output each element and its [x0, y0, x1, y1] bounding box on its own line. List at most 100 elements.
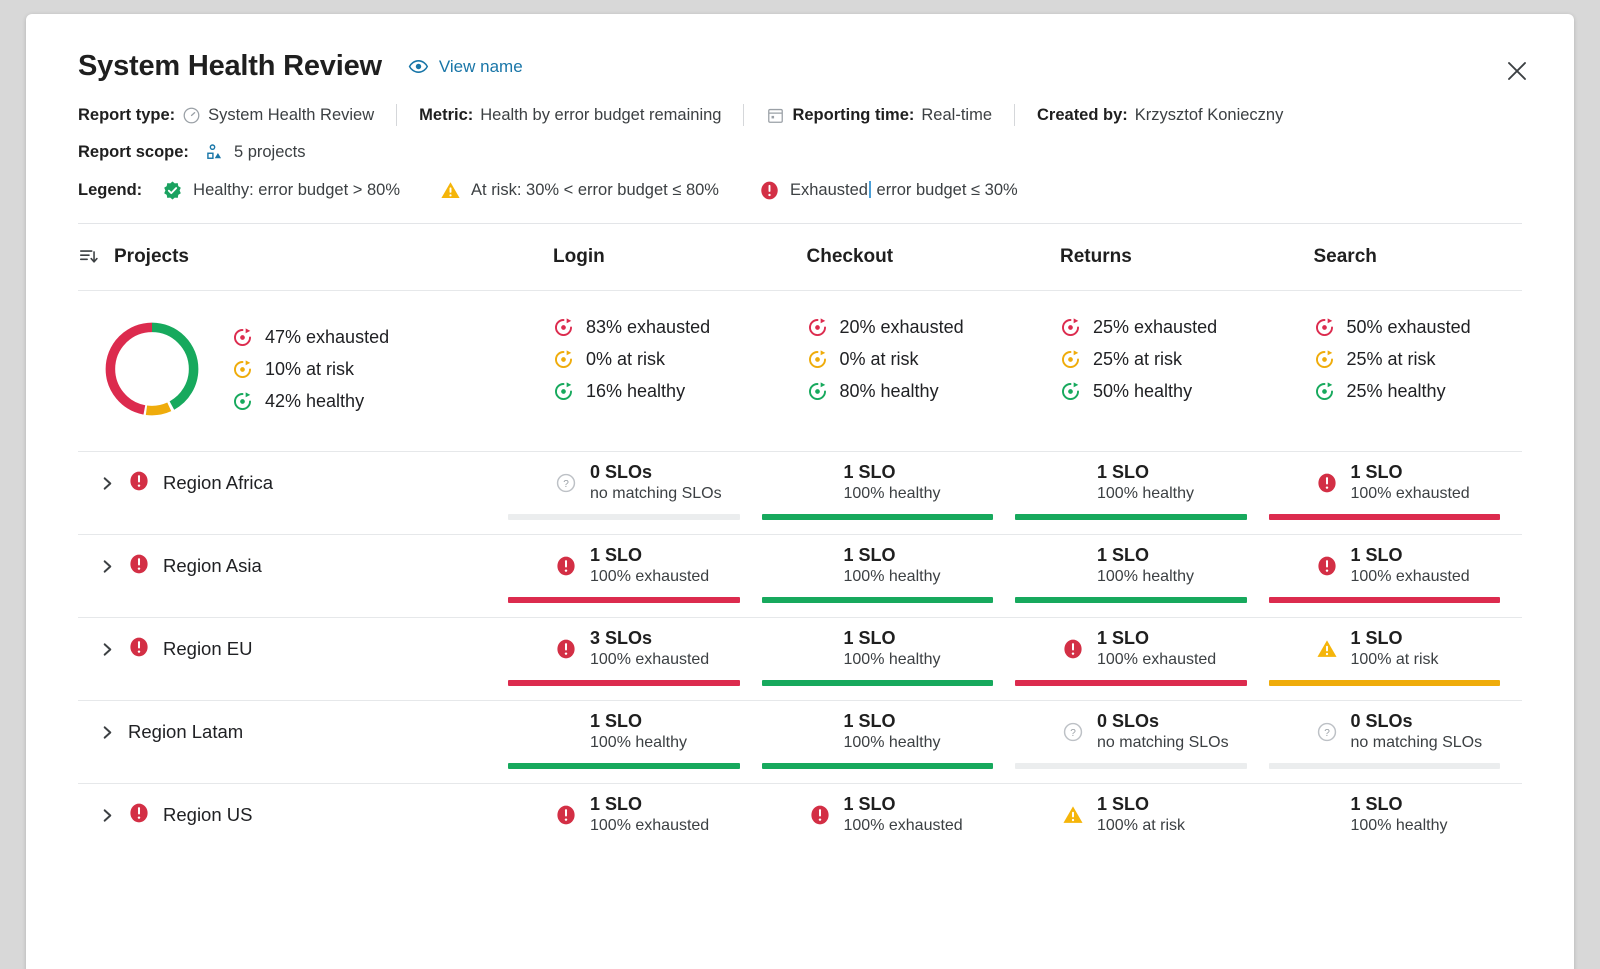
bar-spacer	[78, 514, 508, 520]
metric-cell[interactable]: 1 SLO100% exhausted	[762, 784, 1016, 846]
project-cell[interactable]: Region Asia	[78, 535, 508, 597]
metric-texts: 1 SLO100% exhausted	[844, 794, 963, 835]
metric-count: 0 SLOs	[590, 462, 722, 483]
metric-cell[interactable]: 1 SLO100% at risk	[1269, 618, 1523, 680]
metric-cell[interactable]: 1 SLO100% exhausted	[1269, 535, 1523, 597]
summary-checkout-exhausted: 20% exhausted	[807, 317, 1016, 338]
project-cell[interactable]: Region EU	[78, 618, 508, 680]
table-row: Region Africa? 0 SLOs no matching SLOs 1 SL…	[78, 452, 1522, 535]
expand-chevron-icon[interactable]	[100, 642, 115, 657]
project-name: Region EU	[163, 638, 252, 660]
metric-cell[interactable]: 1 SLO 100% exhausted	[1015, 618, 1269, 680]
metric-cell[interactable]: ?0 SLOsno matching SLOs	[1015, 701, 1269, 763]
summary-search-at-risk: 25% at risk	[1314, 349, 1523, 370]
report-dialog: System Health Review View name Report ty…	[26, 14, 1574, 969]
metric-subtext: 100% exhausted	[1097, 651, 1216, 669]
metric-subtext: no matching SLOs	[590, 485, 722, 503]
metric-count: 1 SLO	[1097, 545, 1194, 566]
donut-chart	[100, 317, 204, 421]
expand-chevron-icon[interactable]	[100, 808, 115, 823]
metric-cell[interactable]: 1 SLO100% healthy	[762, 452, 1016, 514]
project-name: Region Asia	[163, 555, 262, 577]
metric-count: 1 SLO	[1351, 794, 1448, 815]
metric-subtext: 100% exhausted	[1351, 568, 1470, 586]
bar-spacer	[78, 597, 508, 603]
metric-texts: 1 SLO100% healthy	[1351, 794, 1448, 835]
metric-cell[interactable]: ?0 SLOsno matching SLOs	[1269, 701, 1523, 763]
metric-cell[interactable]: 1 SLO100% healthy	[1269, 784, 1523, 846]
summary-search-healthy: 25% healthy	[1314, 381, 1523, 402]
status-bar	[1269, 514, 1501, 520]
summary-text: 80% healthy	[840, 381, 939, 402]
metric-cell[interactable]: 1 SLO 100% healthy	[762, 618, 1016, 680]
check-badge-icon	[162, 180, 183, 201]
metric-subtext: 100% exhausted	[590, 651, 709, 669]
metric-cell[interactable]: 1 SLO100% at risk	[1015, 784, 1269, 846]
error-circle-icon	[128, 636, 150, 658]
meta-metric-value: Health by error budget remaining	[480, 106, 721, 125]
expand-chevron-icon[interactable]	[100, 476, 115, 491]
project-cell[interactable]: Region Africa	[78, 452, 508, 514]
expand-chevron-icon[interactable]	[100, 559, 115, 574]
projects-column-header[interactable]: Projects	[78, 246, 508, 268]
view-name-button[interactable]: View name	[408, 56, 523, 77]
metric-texts: 0 SLOsno matching SLOs	[1351, 711, 1483, 752]
metric-subtext: 100% exhausted	[844, 817, 963, 835]
metric-subtext: 100% healthy	[844, 651, 941, 669]
column-header-returns[interactable]: Returns	[1015, 246, 1269, 268]
budget-exhausted-icon	[1314, 317, 1335, 338]
meta-separator	[396, 104, 397, 126]
metric-texts: 0 SLOs no matching SLOs	[590, 462, 722, 503]
status-bar	[508, 763, 740, 769]
metric-cell[interactable]: 1 SLO100% healthy	[762, 701, 1016, 763]
metric-subtext: 100% healthy	[1097, 485, 1194, 503]
status-bar-wrap	[762, 680, 1016, 686]
project-cell[interactable]: Region US	[78, 784, 508, 846]
overall-stat-healthy: 42% healthy	[232, 391, 389, 412]
metric-cell[interactable]: 1 SLO100% exhausted	[508, 535, 762, 597]
summary-cell-returns: 25% exhausted 25% at risk 50% healthy	[1015, 317, 1269, 402]
table-row: Region Asia1 SLO100% exhausted1 SLO100% …	[78, 535, 1522, 618]
metric-cell[interactable]: 1 SLO100% healthy	[1015, 452, 1269, 514]
metric-count: 1 SLO	[844, 628, 941, 649]
metric-texts: 1 SLO 100% healthy	[844, 628, 941, 669]
metric-count: 1 SLO	[1097, 628, 1216, 649]
overall-stat-exhausted: 47% exhausted	[232, 327, 389, 348]
summary-row: 47% exhausted 10% at risk	[78, 291, 1522, 451]
summary-checkout-at-risk: 0% at risk	[807, 349, 1016, 370]
summary-text: 50% exhausted	[1347, 317, 1471, 338]
column-header-search[interactable]: Search	[1269, 246, 1523, 268]
metric-texts: 1 SLO100% exhausted	[590, 794, 709, 835]
metric-cell[interactable]: 3 SLOs100% exhausted	[508, 618, 762, 680]
status-bar-wrap	[508, 680, 762, 686]
metric-cell[interactable]: 1 SLO100% healthy	[508, 701, 762, 763]
budget-exhausted-icon	[807, 317, 828, 338]
summary-cell-checkout: 20% exhausted 0% at risk 80% healthy	[762, 317, 1016, 402]
metric-cell[interactable]: 1 SLO100% exhausted	[508, 784, 762, 846]
meta-reporting-time-label: Reporting time:	[792, 106, 914, 125]
status-bar	[1015, 597, 1247, 603]
cell-status-icon: ?	[553, 472, 579, 494]
metric-cell[interactable]: 1 SLO100% healthy	[762, 535, 1016, 597]
column-header-checkout[interactable]: Checkout	[762, 246, 1016, 268]
metric-cell[interactable]: ? 0 SLOs no matching SLOs	[508, 452, 762, 514]
budget-at-risk-icon	[232, 359, 253, 380]
meta-created-by-label: Created by:	[1037, 106, 1128, 125]
question-circle-icon: ?	[1062, 721, 1084, 743]
budget-healthy-icon	[807, 381, 828, 402]
close-button[interactable]	[1502, 56, 1532, 86]
metric-cell[interactable]: 1 SLO100% healthy	[1015, 535, 1269, 597]
metric-subtext: 100% at risk	[1097, 817, 1185, 835]
summary-returns-healthy: 50% healthy	[1060, 381, 1269, 402]
project-cell[interactable]: Region Latam	[78, 701, 508, 763]
budget-at-risk-icon	[553, 349, 574, 370]
meta-report-type-label: Report type:	[78, 106, 175, 125]
gauge-icon	[182, 106, 201, 125]
column-header-login[interactable]: Login	[508, 246, 762, 268]
expand-chevron-icon[interactable]	[100, 725, 115, 740]
metric-cell[interactable]: 1 SLO100% exhausted	[1269, 452, 1523, 514]
status-bar-wrap	[508, 514, 762, 520]
status-bar	[508, 514, 740, 520]
error-circle-icon	[1316, 472, 1338, 494]
summary-text: 83% exhausted	[586, 317, 710, 338]
